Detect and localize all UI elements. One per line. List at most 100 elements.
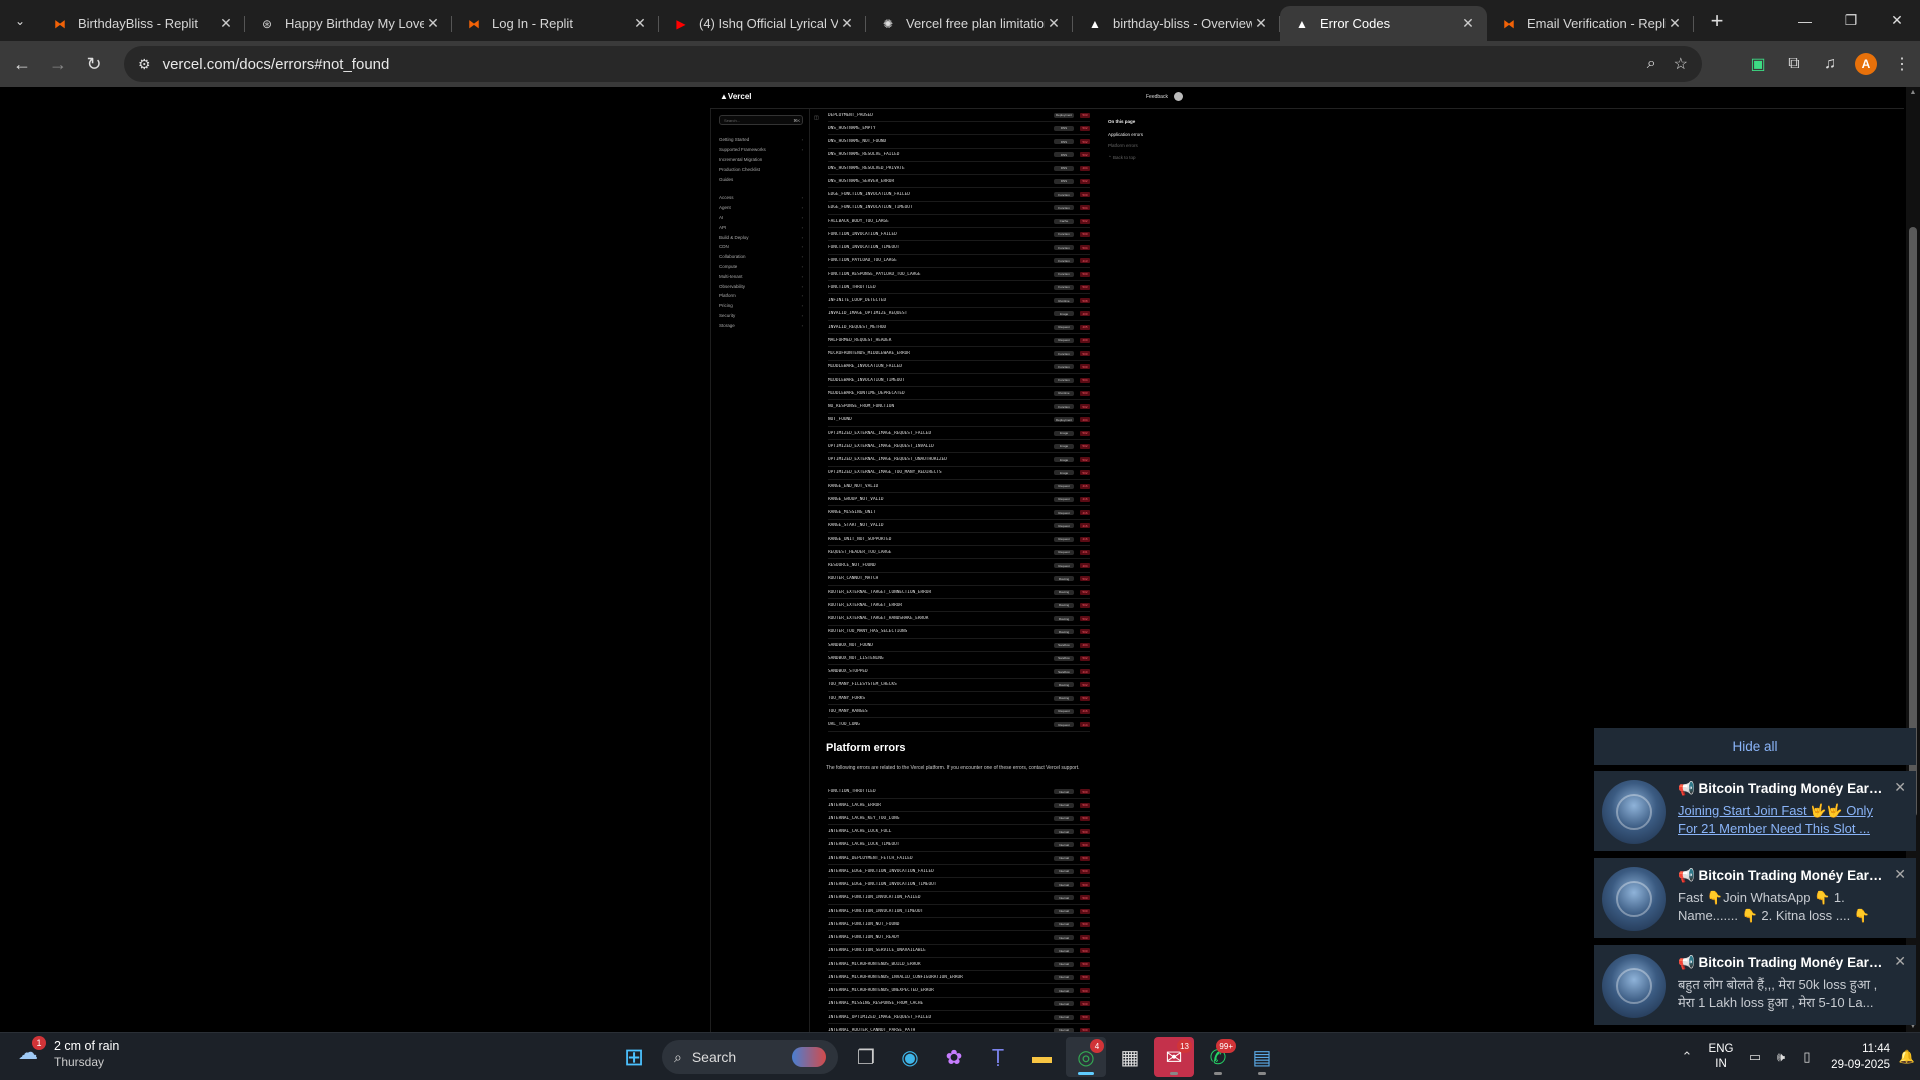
- error-code-name[interactable]: OPTIMIZED_EXTERNAL_IMAGE_REQUEST_UNAUTHO…: [828, 457, 1054, 462]
- error-code-name[interactable]: URL_TOO_LONG: [828, 722, 1054, 727]
- error-code-name[interactable]: FALLBACK_BODY_TOO_LARGE: [828, 219, 1054, 224]
- close-tab-icon[interactable]: ✕: [838, 15, 856, 33]
- sidebar-item[interactable]: Collaboration ›: [719, 252, 803, 262]
- close-icon[interactable]: ✕: [1894, 779, 1906, 796]
- error-code-name[interactable]: DNS_HOSTNAME_SERVER_ERROR: [828, 179, 1054, 184]
- error-code-name[interactable]: ROUTER_CANNOT_MATCH: [828, 576, 1054, 581]
- sidebar-item[interactable]: Agent ›: [719, 203, 803, 213]
- error-code-name[interactable]: OPTIMIZED_EXTERNAL_IMAGE_REQUEST_INVALID: [828, 444, 1054, 449]
- feedback-button[interactable]: Feedback: [1146, 94, 1168, 100]
- error-code-name[interactable]: MIDDLEWARE_RUNTIME_DEPRECATED: [828, 391, 1054, 396]
- error-code-name[interactable]: FUNCTION_INVOCATION_TIMEOUT: [828, 245, 1054, 250]
- hide-all-button[interactable]: Hide all: [1594, 728, 1916, 765]
- error-code-name[interactable]: INTERNAL_FUNCTION_NOT_READY: [828, 935, 1054, 940]
- sidebar-item[interactable]: AI ›: [719, 213, 803, 223]
- docs-search-input[interactable]: Search... ⌘K: [719, 115, 803, 125]
- error-code-name[interactable]: TOO_MANY_FORKS: [828, 696, 1054, 701]
- close-tab-icon[interactable]: ✕: [1045, 15, 1063, 33]
- sidebar-item[interactable]: CDN ›: [719, 242, 803, 252]
- close-tab-icon[interactable]: ✕: [1666, 15, 1684, 33]
- network-icon[interactable]: ▭: [1742, 1037, 1768, 1077]
- browser-tab[interactable]: ✺ Vercel free plan limitation ✕: [866, 6, 1073, 41]
- vercel-logo[interactable]: ▲Vercel: [720, 92, 752, 101]
- notification-card[interactable]: 📢 Bitcoin Trading Monéy Earn... Joining …: [1594, 771, 1916, 851]
- error-code-name[interactable]: DNS_HOSTNAME_NOT_FOUND: [828, 139, 1054, 144]
- sidebar-item[interactable]: Compute ›: [719, 262, 803, 272]
- sidebar-item[interactable]: Multi-tenant ›: [719, 271, 803, 281]
- close-tab-icon[interactable]: ✕: [424, 15, 442, 33]
- error-code-name[interactable]: ROUTER_EXTERNAL_TARGET_HANDSHAKE_ERROR: [828, 616, 1054, 621]
- extension-green-icon[interactable]: ▣: [1740, 46, 1776, 82]
- sidebar-item[interactable]: API ›: [719, 222, 803, 232]
- error-code-name[interactable]: DNS_HOSTNAME_RESOLVE_FAILED: [828, 152, 1054, 157]
- browser-tab[interactable]: ▲ Error Codes ✕: [1280, 6, 1487, 41]
- error-code-name[interactable]: INTERNAL_CACHE_LOCK_TIMEOUT: [828, 842, 1054, 847]
- error-code-name[interactable]: INTERNAL_EDGE_FUNCTION_INVOCATION_FAILED: [828, 869, 1054, 874]
- error-code-name[interactable]: MIDDLEWARE_INVOCATION_FAILED: [828, 364, 1054, 369]
- reload-button[interactable]: ↻: [76, 46, 112, 82]
- error-code-name[interactable]: NO_RESPONSE_FROM_FUNCTION: [828, 404, 1054, 409]
- zoom-icon[interactable]: ⌕: [1647, 55, 1656, 73]
- edge-icon[interactable]: ◉: [890, 1037, 930, 1077]
- error-code-name[interactable]: RANGE_UNIT_NOT_SUPPORTED: [828, 537, 1054, 542]
- sidebar-item[interactable]: Incremental Migration: [719, 155, 803, 165]
- new-tab-button[interactable]: +: [1702, 6, 1732, 36]
- error-code-name[interactable]: INTERNAL_CACHE_ERROR: [828, 803, 1054, 808]
- close-icon[interactable]: ✕: [1894, 953, 1906, 970]
- error-code-name[interactable]: SANDBOX_NOT_FOUND: [828, 643, 1054, 648]
- error-code-name[interactable]: MIDDLEWARE_INVOCATION_TIMEOUT: [828, 378, 1054, 383]
- restore-button[interactable]: ❐: [1828, 0, 1874, 41]
- close-tab-icon[interactable]: ✕: [1459, 15, 1477, 33]
- error-code-name[interactable]: RANGE_START_NOT_VALID: [828, 523, 1054, 528]
- error-code-name[interactable]: INTERNAL_FUNCTION_INVOCATION_FAILED: [828, 895, 1054, 900]
- address-bar[interactable]: ⚙ vercel.com/docs/errors#not_found ⌕ ☆: [124, 46, 1702, 82]
- error-code-name[interactable]: REQUEST_HEADER_TOO_LARGE: [828, 550, 1054, 555]
- error-code-name[interactable]: INTERNAL_EDGE_FUNCTION_INVOCATION_TIMEOU…: [828, 882, 1054, 887]
- close-window-button[interactable]: ✕: [1874, 0, 1920, 41]
- error-code-name[interactable]: INTERNAL_CACHE_LOCK_FULL: [828, 829, 1054, 834]
- error-code-name[interactable]: INTERNAL_MICROFRONTENDS_UNEXPECTED_ERROR: [828, 988, 1054, 993]
- error-code-name[interactable]: NOT_FOUND: [828, 417, 1054, 422]
- chrome-icon[interactable]: ◎ 4: [1066, 1037, 1106, 1077]
- sidebar-item[interactable]: Platform ›: [719, 291, 803, 301]
- error-code-name[interactable]: INTERNAL_FUNCTION_NOT_FOUND: [828, 922, 1054, 927]
- error-code-name[interactable]: FUNCTION_THROTTLED: [828, 789, 1054, 794]
- error-code-name[interactable]: OPTIMIZED_EXTERNAL_IMAGE_TOO_MANY_REDIRE…: [828, 470, 1054, 475]
- toc-item-platform-errors[interactable]: Platform errors: [1108, 143, 1138, 148]
- error-code-name[interactable]: INTERNAL_MICROFRONTENDS_INVALID_CONFIGUR…: [828, 975, 1054, 980]
- extensions-puzzle-icon[interactable]: ⧉: [1776, 46, 1812, 82]
- sidebar-item[interactable]: Security ›: [719, 311, 803, 321]
- forward-button[interactable]: →: [40, 46, 76, 82]
- notepad-icon[interactable]: ▤: [1242, 1037, 1282, 1077]
- collapse-sidebar-icon[interactable]: ◫: [814, 115, 819, 121]
- error-code-name[interactable]: FUNCTION_INVOCATION_FAILED: [828, 232, 1054, 237]
- error-code-name[interactable]: DNS_HOSTNAME_RESOLVED_PRIVATE: [828, 166, 1054, 171]
- error-code-name[interactable]: INTERNAL_MISSING_RESPONSE_FROM_CACHE: [828, 1001, 1054, 1006]
- error-code-name[interactable]: FUNCTION_PAYLOAD_TOO_LARGE: [828, 258, 1054, 263]
- sidebar-item[interactable]: Getting Started ›: [719, 135, 803, 145]
- sidebar-item[interactable]: Guides: [719, 174, 803, 184]
- address-url[interactable]: vercel.com/docs/errors#not_found: [163, 56, 1629, 73]
- task-view-icon[interactable]: ❐: [846, 1037, 886, 1077]
- browser-tab[interactable]: ▶ (4) Ishq Official Lyrical Vid ✕: [659, 6, 866, 41]
- error-code-name[interactable]: INVALID_REQUEST_METHOD: [828, 325, 1054, 330]
- error-code-name[interactable]: FUNCTION_RESPONSE_PAYLOAD_TOO_LARGE: [828, 272, 1054, 277]
- site-info-icon[interactable]: ⚙: [138, 56, 151, 73]
- clock[interactable]: 11:44 29-09-2025: [1820, 1041, 1894, 1073]
- taskbar-search[interactable]: ⌕ Search: [662, 1040, 838, 1074]
- error-code-name[interactable]: ROUTER_EXTERNAL_TARGET_ERROR: [828, 603, 1054, 608]
- browser-tab[interactable]: ⧓ Email Verification - Replit ✕: [1487, 6, 1694, 41]
- mail-icon[interactable]: ✉ 13: [1154, 1037, 1194, 1077]
- close-tab-icon[interactable]: ✕: [217, 15, 235, 33]
- chevron-up-icon[interactable]: ⌃: [1674, 1037, 1700, 1077]
- error-code-name[interactable]: ROUTER_EXTERNAL_TARGET_CONNECTION_ERROR: [828, 590, 1054, 595]
- error-code-name[interactable]: INTERNAL_MICROFRONTENDS_BUILD_ERROR: [828, 962, 1054, 967]
- error-code-name[interactable]: SANDBOX_NOT_LISTENING: [828, 656, 1054, 661]
- user-avatar[interactable]: [1174, 92, 1183, 101]
- error-code-name[interactable]: INVALID_IMAGE_OPTIMIZE_REQUEST: [828, 311, 1054, 316]
- scroll-up-arrow[interactable]: ▲: [1909, 89, 1917, 96]
- error-code-name[interactable]: INTERNAL_CACHE_KEY_TOO_LONG: [828, 816, 1054, 821]
- error-code-name[interactable]: EDGE_FUNCTION_INVOCATION_FAILED: [828, 192, 1054, 197]
- notification-card[interactable]: 📢 Bitcoin Trading Monéy Earn... बहुत लोग…: [1594, 945, 1916, 1025]
- minimize-button[interactable]: —: [1782, 0, 1828, 41]
